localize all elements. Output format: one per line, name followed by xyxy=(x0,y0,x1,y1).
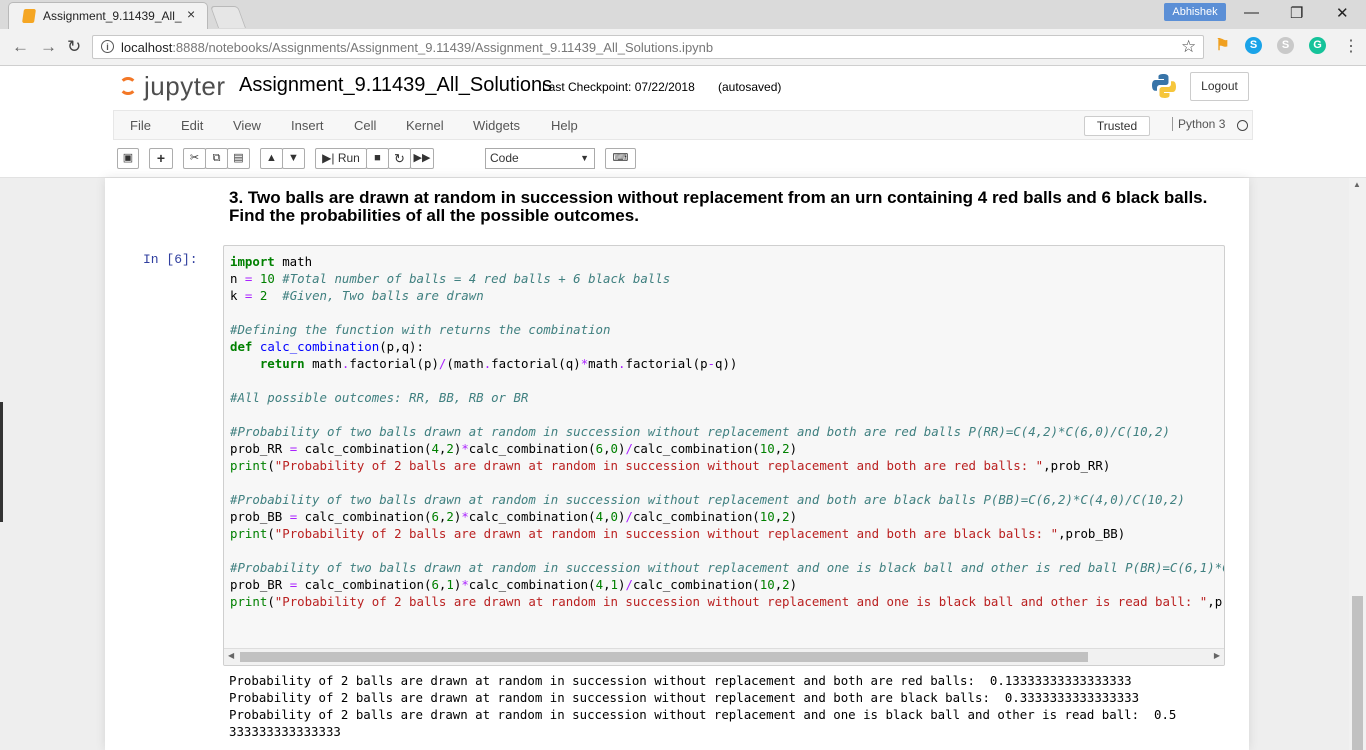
restore-icon[interactable]: ❐ xyxy=(1290,4,1303,22)
keyboard-icon: ⌨ xyxy=(612,152,629,164)
tab-title: Assignment_9.11439_All_ xyxy=(43,9,182,23)
url-text: localhost:8888/notebooks/Assignments/Ass… xyxy=(121,40,713,55)
trusted-badge[interactable]: Trusted xyxy=(1084,116,1150,136)
back-icon[interactable]: ← xyxy=(12,37,29,57)
autosave-status: (autosaved) xyxy=(718,80,782,94)
minimize-icon[interactable]: — xyxy=(1244,4,1259,21)
plus-icon: + xyxy=(156,150,166,166)
url-input[interactable]: i localhost:8888/notebooks/Assignments/A… xyxy=(92,35,1204,59)
menu-widgets[interactable]: Widgets xyxy=(473,118,520,133)
new-tab-button[interactable] xyxy=(209,6,247,28)
code-horizontal-scrollbar[interactable]: ◀ ▶ xyxy=(224,648,1224,665)
save-icon: ▣ xyxy=(122,152,134,164)
restart-run-all-button[interactable]: ▶▶ xyxy=(410,148,434,169)
paste-icon: ▤ xyxy=(233,152,244,164)
extension-s-icon[interactable]: S xyxy=(1277,37,1294,54)
python-logo-icon xyxy=(1152,74,1176,98)
page-vertical-scrollbar[interactable]: ▲ xyxy=(1349,178,1366,750)
kernel-name[interactable]: Python 3 xyxy=(1172,117,1225,131)
markdown-question: 3. Two balls are drawn at random in succ… xyxy=(229,188,1208,225)
notebook-menubar: File Edit View Insert Cell Kernel Widget… xyxy=(113,110,1253,140)
reload-icon[interactable]: ↻ xyxy=(67,37,81,57)
dropdown-arrow-icon: ▼ xyxy=(580,153,589,163)
tab-close-icon[interactable]: × xyxy=(187,6,195,22)
step-forward-icon: ▶| xyxy=(322,151,335,165)
notebook-area: 3. Two balls are drawn at random in succ… xyxy=(0,178,1366,750)
jupyter-logo[interactable]: jupyter xyxy=(118,71,228,102)
output-line: 333333333333333 xyxy=(229,724,341,739)
menu-help[interactable]: Help xyxy=(551,118,578,133)
notebook-favicon-icon xyxy=(22,9,36,23)
browser-tab-bar: Assignment_9.11439_All_ × Abhishek — ❐ ✕ xyxy=(0,0,1366,29)
run-button[interactable]: ▶| Run xyxy=(315,148,367,169)
address-bar-row: ← → ↻ i localhost:8888/notebooks/Assignm… xyxy=(0,29,1366,66)
close-window-icon[interactable]: ✕ xyxy=(1336,4,1349,22)
stop-icon: ■ xyxy=(374,152,381,164)
fast-forward-icon: ▶▶ xyxy=(413,152,431,164)
command-palette-button[interactable]: ⌨ xyxy=(605,148,636,169)
horizontal-scroll-thumb[interactable] xyxy=(240,652,1088,662)
scissors-icon: ✂ xyxy=(189,152,200,164)
kernel-idle-indicator-icon xyxy=(1237,120,1248,131)
forward-icon[interactable]: → xyxy=(40,37,57,57)
output-line: Probability of 2 balls are drawn at rand… xyxy=(229,707,1177,722)
insert-cell-button[interactable]: + xyxy=(149,148,173,169)
browser-menu-icon[interactable]: ⋮ xyxy=(1343,36,1359,56)
arrow-down-icon: ▼ xyxy=(288,152,299,164)
grammarly-extension-icon[interactable]: G xyxy=(1309,37,1326,54)
copy-icon: ⧉ xyxy=(212,152,221,164)
menu-file[interactable]: File xyxy=(130,118,151,133)
menu-kernel[interactable]: Kernel xyxy=(406,118,444,133)
profile-badge[interactable]: Abhishek xyxy=(1164,3,1226,21)
code-editor[interactable]: import math n = 10 #Total number of ball… xyxy=(230,253,1224,610)
info-icon[interactable]: i xyxy=(101,40,114,53)
cell-type-value: Code xyxy=(490,151,519,165)
code-cell[interactable]: import math n = 10 #Total number of ball… xyxy=(223,245,1225,666)
extension-flag-icon[interactable]: ⚑ xyxy=(1214,37,1231,54)
run-label: Run xyxy=(337,151,360,165)
cell-output: Probability of 2 balls are drawn at rand… xyxy=(229,672,1176,740)
menu-insert[interactable]: Insert xyxy=(291,118,324,133)
scroll-up-icon[interactable]: ▲ xyxy=(1353,180,1361,189)
input-prompt: In [6]: xyxy=(143,252,198,267)
cell-type-select[interactable]: Code ▼ xyxy=(485,148,595,169)
scroll-left-icon[interactable]: ◀ xyxy=(228,651,234,660)
save-button[interactable]: ▣ xyxy=(117,148,139,169)
notebook-title[interactable]: Assignment_9.11439_All_Solutions xyxy=(239,74,552,97)
vertical-scroll-thumb[interactable] xyxy=(1352,596,1363,750)
notebook-page: 3. Two balls are drawn at random in succ… xyxy=(105,178,1249,750)
jupyter-logo-icon xyxy=(119,77,137,95)
url-path: :8888/notebooks/Assignments/Assignment_9… xyxy=(172,40,714,55)
logout-button[interactable]: Logout xyxy=(1190,72,1249,101)
output-line: Probability of 2 balls are drawn at rand… xyxy=(229,673,1132,688)
restart-button[interactable]: ↻ xyxy=(388,148,411,169)
restart-icon: ↻ xyxy=(394,151,405,166)
jupyter-header: jupyter Assignment_9.11439_All_Solutions… xyxy=(0,66,1366,178)
scroll-right-icon[interactable]: ▶ xyxy=(1214,651,1220,660)
menu-view[interactable]: View xyxy=(233,118,261,133)
skype-extension-icon[interactable]: S xyxy=(1245,37,1262,54)
output-line: Probability of 2 balls are drawn at rand… xyxy=(229,690,1140,705)
interrupt-button[interactable]: ■ xyxy=(366,148,389,169)
menu-cell[interactable]: Cell xyxy=(354,118,376,133)
copy-button[interactable]: ⧉ xyxy=(205,148,228,169)
url-host: localhost xyxy=(121,40,173,55)
left-edge-marker xyxy=(0,402,3,522)
browser-tab[interactable]: Assignment_9.11439_All_ × xyxy=(8,2,208,29)
jupyter-logo-text: jupyter xyxy=(144,71,226,101)
move-up-button[interactable]: ▲ xyxy=(260,148,283,169)
checkpoint-status: Last Checkpoint: 07/22/2018 xyxy=(542,80,695,94)
paste-button[interactable]: ▤ xyxy=(227,148,250,169)
menu-edit[interactable]: Edit xyxy=(181,118,203,133)
arrow-up-icon: ▲ xyxy=(266,152,277,164)
move-down-button[interactable]: ▼ xyxy=(282,148,305,169)
cut-button[interactable]: ✂ xyxy=(183,148,206,169)
bookmark-star-icon[interactable]: ☆ xyxy=(1181,37,1196,57)
